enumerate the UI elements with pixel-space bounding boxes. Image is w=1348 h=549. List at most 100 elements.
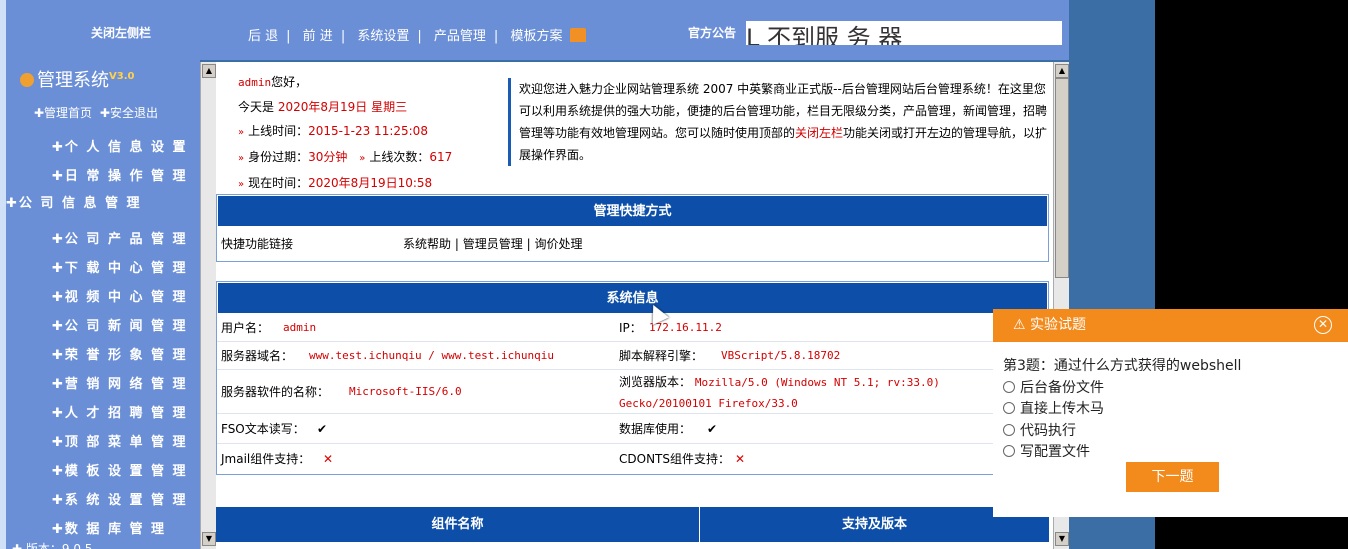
scroll-up-icon[interactable]: ▲ xyxy=(1055,64,1069,78)
login-count-value: 617 xyxy=(429,150,453,164)
notice-label: 官方公告 xyxy=(688,26,737,40)
database-label: 数据库使用： xyxy=(619,422,692,436)
greeting-text: 您好， xyxy=(271,75,308,89)
quiz-popup: ⚠ 实验试题 ✕ 第3题：通过什么方式获得的webshell 后台备份文件 直接… xyxy=(993,309,1348,517)
nav-separator: | xyxy=(286,29,291,44)
sidebar-item-company-info[interactable]: ✚公 司 信 息 管 理 xyxy=(6,192,142,211)
radio-icon[interactable] xyxy=(1003,423,1015,436)
sidebar-version-item[interactable]: ✚ 版本：9.0.5 xyxy=(12,540,92,549)
top-nav: 后 退 | 前 进 | 系统设置 | 产品管理 | 模板方案 xyxy=(244,25,587,44)
sidebar-item-templates[interactable]: ✚模 板 设 置 管 理 xyxy=(52,460,188,479)
sidebar-quick-links: ✚管理首页 ✚安全退出 xyxy=(34,104,158,121)
arrow-icon: » xyxy=(238,153,245,164)
sysinfo-row: 用户名： admin IP： 172.16.11.2 xyxy=(217,314,1048,342)
sidebar-item-downloads[interactable]: ✚下 载 中 心 管 理 xyxy=(52,257,188,276)
quiz-option[interactable]: 写配置文件 xyxy=(1003,442,1348,464)
top-bar: 关闭左侧栏 后 退 | 前 进 | 系统设置 | 产品管理 | 模板方案 官方公告 L … xyxy=(0,0,1069,60)
shortcut-help[interactable]: 系统帮助 xyxy=(403,237,451,251)
quiz-option[interactable]: 直接上传木马 xyxy=(1003,399,1348,421)
flask-icon: ⚠ xyxy=(1013,317,1026,333)
shortcut-admins[interactable]: 管理员管理 xyxy=(463,237,523,251)
scroll-thumb[interactable] xyxy=(1055,78,1069,278)
now-value: 2020年8月19日10:58 xyxy=(308,176,433,190)
radio-icon[interactable] xyxy=(1003,445,1015,457)
logo-text: 管理系统 xyxy=(37,70,109,91)
nav-template[interactable]: 模板方案 xyxy=(510,29,562,44)
shortcuts-title: 管理快捷方式 xyxy=(217,195,1048,227)
sidebar-item-recruitment[interactable]: ✚人 才 招 聘 管 理 xyxy=(52,402,188,421)
sysinfo-panel: 系统信息 用户名： admin IP： 172.16.11.2 服务器域名： w… xyxy=(216,281,1049,475)
domain-value: www.test.ichunqiu / www.test.ichunqiu xyxy=(309,349,555,362)
quiz-option[interactable]: 后台备份文件 xyxy=(1003,378,1348,400)
main-content: admin您好， 今天是 2020年8月19日 星期三 » 上线时间：2015-1… xyxy=(216,62,1053,549)
server-software-label: 服务器软件的名称： xyxy=(221,385,330,399)
quiz-question: 第3题：通过什么方式获得的webshell xyxy=(1003,358,1242,374)
sysinfo-row: 服务器域名： www.test.ichunqiu / www.test.ichu… xyxy=(217,342,1048,370)
sidebar-item-database[interactable]: ✚数 据 库 管 理 xyxy=(52,518,166,537)
next-question-button[interactable]: 下一题 xyxy=(1126,462,1219,492)
component-name-header: 组件名称 xyxy=(216,507,700,542)
sidebar-item-videos[interactable]: ✚视 频 中 心 管 理 xyxy=(52,286,188,305)
shortcuts-row: 快捷功能链接 系统帮助 | 管理员管理 | 询价处理 xyxy=(217,227,1048,261)
admin-app: 关闭左侧栏 后 退 | 前 进 | 系统设置 | 产品管理 | 模板方案 官方公告 L … xyxy=(0,0,1155,549)
sidebar-item-top-menu[interactable]: ✚顶 部 菜 单 管 理 xyxy=(52,431,188,450)
radio-icon[interactable] xyxy=(1003,380,1015,393)
scroll-up-icon[interactable]: ▲ xyxy=(202,64,216,78)
sidebar-item-products[interactable]: ✚公 司 产 品 管 理 xyxy=(52,228,188,247)
quiz-body: 第3题：通过什么方式获得的webshell 后台备份文件 直接上传木马 代码执行… xyxy=(993,342,1348,464)
sidebar-scrollbar[interactable]: ▲ ▼ xyxy=(200,62,216,549)
check-icon: ✔ xyxy=(317,422,328,436)
jmail-label: Jmail组件支持： xyxy=(221,452,311,466)
quiz-title: 实验试题 xyxy=(1030,317,1087,333)
quiz-title-bar: ⚠ 实验试题 ✕ xyxy=(993,309,1348,342)
welcome-user: admin xyxy=(238,76,272,89)
admin-home-link[interactable]: ✚管理首页 xyxy=(34,106,92,120)
close-sidebar-link[interactable]: 关闭左侧栏 xyxy=(91,24,151,41)
username-value: admin xyxy=(283,321,317,334)
check-icon: ✔ xyxy=(707,422,718,436)
browser-version-cell: 浏览器版本： Mozilla/5.0 (Windows NT 5.1; rv:3… xyxy=(619,372,940,414)
login-count-label: 上线次数： xyxy=(369,150,430,164)
scroll-down-icon[interactable]: ▼ xyxy=(202,532,216,546)
components-header: 组件名称 支持及版本 xyxy=(216,507,1049,542)
arrow-icon: » xyxy=(359,153,366,164)
cross-icon: ✕ xyxy=(323,452,334,466)
shortcut-separator: | xyxy=(526,237,531,251)
version-badge: V3.0 xyxy=(109,71,135,82)
option-label: 代码执行 xyxy=(1020,422,1076,439)
cross-icon: ✕ xyxy=(735,452,746,466)
shortcuts-label: 快捷功能链接 xyxy=(221,237,294,251)
sysinfo-row: Jmail组件支持： ✕ CDONTS组件支持： ✕ xyxy=(217,444,1048,474)
sidebar-item-honors[interactable]: ✚荣 誉 形 象 管 理 xyxy=(52,344,188,363)
quiz-option[interactable]: 代码执行 xyxy=(1003,421,1348,443)
scroll-down-icon[interactable]: ▼ xyxy=(1055,532,1069,546)
sidebar-logo: 管理系统V3.0 xyxy=(20,66,134,92)
intro-close-left-link[interactable]: 关闭左栏 xyxy=(795,126,843,140)
cdonts-label: CDONTS组件支持： xyxy=(619,452,730,466)
today-label: 今天是 xyxy=(238,100,275,114)
nav-back[interactable]: 后 退 xyxy=(248,29,278,44)
safe-logout-link[interactable]: ✚安全退出 xyxy=(100,106,158,120)
sidebar-item-news[interactable]: ✚公 司 新 闻 管 理 xyxy=(52,315,188,334)
sidebar-item-daily[interactable]: ✚日 常 操 作 管 理 xyxy=(52,165,188,184)
sidebar-item-system[interactable]: ✚系 统 设 置 管 理 xyxy=(52,489,188,508)
browser-version-value-2: Gecko/20100101 Firefox/33.0 xyxy=(619,397,798,410)
nav-forward[interactable]: 前 进 xyxy=(303,29,333,44)
arrow-icon: » xyxy=(238,127,245,138)
sysinfo-title: 系统信息 xyxy=(217,282,1048,314)
sysinfo-row: FSO文本读写： ✔ 数据库使用： ✔ xyxy=(217,414,1048,444)
sidebar-item-marketing[interactable]: ✚营 销 网 络 管 理 xyxy=(52,373,188,392)
shortcuts-panel: 管理快捷方式 快捷功能链接 系统帮助 | 管理员管理 | 询价处理 xyxy=(216,194,1049,262)
radio-icon[interactable] xyxy=(1003,402,1015,414)
option-label: 后台备份文件 xyxy=(1020,379,1104,396)
nav-system-settings[interactable]: 系统设置 xyxy=(357,29,409,44)
server-software-value: Microsoft-IIS/6.0 xyxy=(349,385,462,398)
logo-icon xyxy=(20,73,34,87)
home-icon[interactable] xyxy=(570,28,587,42)
browser-version-label: 浏览器版本： xyxy=(619,375,692,389)
sidebar-item-personal[interactable]: ✚个 人 信 息 设 置 xyxy=(52,136,188,155)
close-icon[interactable]: ✕ xyxy=(1314,316,1332,334)
nav-product-management[interactable]: 产品管理 xyxy=(434,29,486,44)
shortcut-separator: | xyxy=(454,237,459,251)
shortcut-inquiries[interactable]: 询价处理 xyxy=(534,237,582,251)
